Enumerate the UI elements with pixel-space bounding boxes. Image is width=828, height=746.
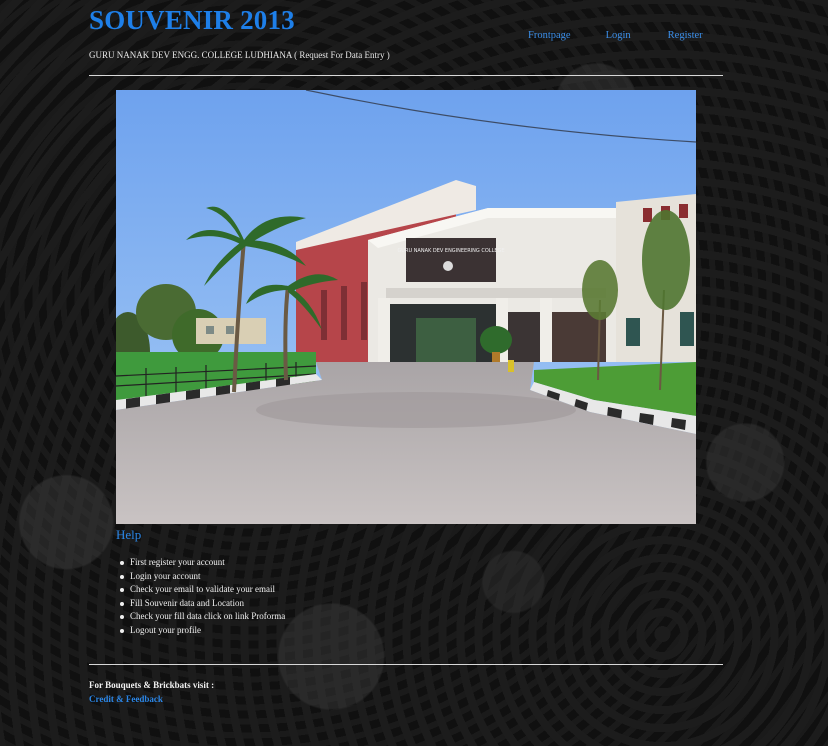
- footer-divider: [89, 664, 723, 665]
- credit-feedback-link[interactable]: Credit & Feedback: [89, 694, 163, 704]
- svg-text:GURU NANAK DEV ENGINEERING COL: GURU NANAK DEV ENGINEERING COLLEGE: [397, 248, 504, 254]
- site-title: SOUVENIR 2013: [89, 5, 295, 35]
- help-item: Check your fill data click on link Profo…: [119, 610, 285, 624]
- help-list: First register your account Login your a…: [119, 556, 285, 637]
- top-nav: Frontpage Login Register: [528, 30, 703, 41]
- nav-register-link[interactable]: Register: [668, 30, 703, 41]
- footer-text: For Bouquets & Brickbats visit :: [89, 680, 215, 690]
- help-item: Fill Souvenir data and Location: [119, 597, 285, 611]
- help-item: Login your account: [119, 570, 285, 584]
- help-title: Help: [116, 527, 142, 542]
- help-item: Check your email to validate your email: [119, 583, 285, 597]
- college-photo: GURU NANAK DEV ENGINEERING COLLEGE: [116, 90, 696, 524]
- header-divider: [89, 75, 723, 76]
- help-item: First register your account: [119, 556, 285, 570]
- help-item: Logout your profile: [119, 624, 285, 638]
- nav-frontpage-link[interactable]: Frontpage: [528, 30, 571, 41]
- nav-login-link[interactable]: Login: [606, 30, 631, 41]
- college-building-illustration: GURU NANAK DEV ENGINEERING COLLEGE: [116, 90, 696, 524]
- site-subtitle: GURU NANAK DEV ENGG. COLLEGE LUDHIANA ( …: [89, 50, 390, 60]
